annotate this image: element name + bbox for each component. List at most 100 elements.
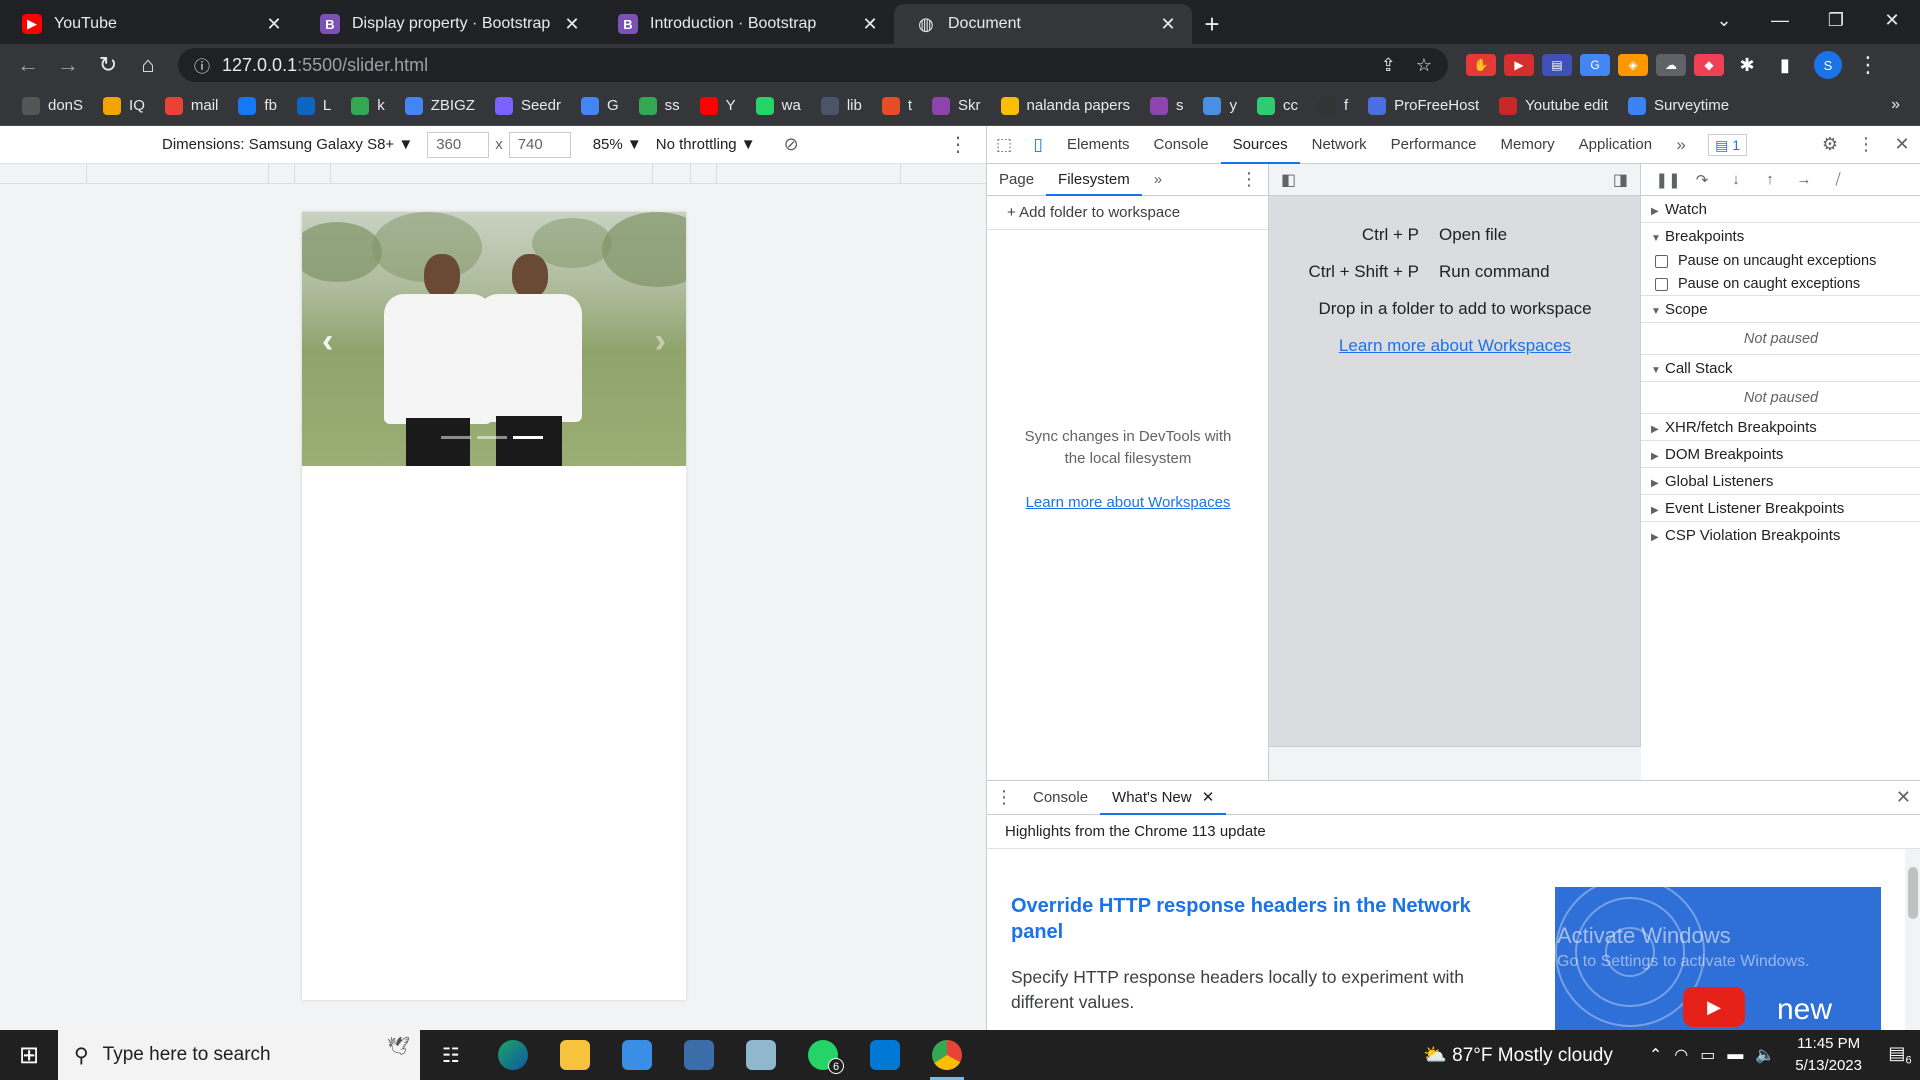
side-panel-icon[interactable]: ▮ <box>1770 54 1800 76</box>
add-folder-button[interactable]: + Add folder to workspace <box>987 196 1268 230</box>
more-bookmarks-icon[interactable]: » <box>1891 96 1900 114</box>
learn-workspaces-link[interactable]: Learn more about Workspaces <box>1339 336 1571 355</box>
scope-section[interactable]: ▼ Scope <box>1641 296 1920 323</box>
bookmark-item[interactable]: Youtube edit <box>1499 96 1608 115</box>
network-icon[interactable]: ◠ <box>1674 1045 1688 1065</box>
close-tab-icon[interactable]: ✕ <box>860 14 880 35</box>
carousel-indicator[interactable] <box>441 436 471 439</box>
carousel-next-button[interactable]: › <box>655 322 666 361</box>
tab-performance[interactable]: Performance <box>1379 126 1489 164</box>
carousel-indicator[interactable] <box>477 436 507 439</box>
bookmark-item[interactable]: ProFreeHost <box>1368 96 1479 115</box>
computer-icon[interactable] <box>606 1030 668 1080</box>
profile-avatar[interactable]: S <box>1814 51 1842 79</box>
more-tabs-icon[interactable]: » <box>1664 135 1698 155</box>
vscode-icon[interactable] <box>854 1030 916 1080</box>
bookmark-item[interactable]: s <box>1149 96 1183 115</box>
zoom-select[interactable]: 85% ▼ <box>593 136 642 153</box>
call-stack-section[interactable]: ▼ Call Stack <box>1641 355 1920 382</box>
bookmark-item[interactable]: y <box>1203 96 1237 115</box>
taskbar-search[interactable]: ⚲ Type here to search 🕊 <box>58 1030 420 1080</box>
breakpoints-section[interactable]: ▼ Breakpoints <box>1641 223 1920 250</box>
csp-breakpoints-section[interactable]: ▶ CSP Violation Breakpoints <box>1641 522 1920 549</box>
step-out-icon[interactable]: ↑ <box>1753 171 1787 188</box>
edge-icon[interactable] <box>482 1030 544 1080</box>
navigator-menu-icon[interactable]: ⋮ <box>1240 169 1258 190</box>
toggle-debugger-icon[interactable]: ◨ <box>1613 170 1628 190</box>
youtube-play-icon[interactable]: ▶ <box>1683 987 1745 1027</box>
menu-kebab-icon[interactable]: ⋮ <box>1848 52 1888 78</box>
display-icon[interactable]: ▭ <box>1700 1045 1715 1065</box>
weather-widget[interactable]: ⛅ 87°F Mostly cloudy <box>1423 1043 1613 1067</box>
issues-badge[interactable]: ▤ 1 <box>1708 133 1747 156</box>
watch-section[interactable]: ▶ Watch <box>1641 196 1920 223</box>
device-menu-icon[interactable]: ⋮ <box>948 132 968 157</box>
orange-extension-icon[interactable]: ◈ <box>1618 54 1648 76</box>
task-view-icon[interactable]: ☷ <box>420 1030 482 1080</box>
bookmark-star-icon[interactable]: ☆ <box>1416 55 1432 76</box>
reload-icon[interactable]: ↻ <box>88 52 128 78</box>
throttling-select[interactable]: No throttling ▼ <box>656 136 756 153</box>
rotate-icon[interactable]: ⊘ <box>784 134 799 155</box>
translate-extension-icon[interactable]: G <box>1580 54 1610 76</box>
bookmark-item[interactable]: lib <box>820 96 862 115</box>
bookmark-item[interactable]: ss <box>638 96 680 115</box>
home-icon[interactable]: ⌂ <box>128 52 168 78</box>
file-explorer-icon[interactable] <box>544 1030 606 1080</box>
deactivate-breakpoints-icon[interactable]: ⧸ <box>1821 171 1855 188</box>
toggle-navigator-icon[interactable]: ◧ <box>1281 170 1296 190</box>
clock[interactable]: 11:45 PM 5/13/2023 <box>1795 1033 1862 1077</box>
minimize-icon[interactable]: — <box>1752 0 1808 40</box>
whats-new-heading[interactable]: Override HTTP response headers in the Ne… <box>1011 893 1521 945</box>
notes-icon[interactable] <box>730 1030 792 1080</box>
video-extension-icon[interactable]: ▶ <box>1504 54 1534 76</box>
media-query-ruler[interactable] <box>0 164 986 184</box>
learn-workspaces-link[interactable]: Learn more about Workspaces <box>987 492 1269 514</box>
bookmark-item[interactable]: IQ <box>103 96 145 115</box>
bookmark-item[interactable]: cc <box>1256 96 1298 115</box>
cloud-extension-icon[interactable]: ☁ <box>1656 54 1686 76</box>
width-input[interactable]: 360 <box>427 131 490 158</box>
inspect-element-icon[interactable]: ⬚ <box>987 135 1021 155</box>
bookmark-item[interactable]: mail <box>164 96 218 115</box>
drawer-scrollbar[interactable] <box>1905 849 1920 1031</box>
forward-icon[interactable]: → <box>48 52 88 78</box>
pause-caught-checkbox[interactable]: Pause on caught exceptions <box>1641 273 1920 296</box>
close-tab-icon[interactable]: ✕ <box>1202 789 1215 806</box>
step-into-icon[interactable]: ↓ <box>1719 171 1753 188</box>
puzzle-icon[interactable]: ✱ <box>1732 54 1762 76</box>
device-select[interactable]: Dimensions: Samsung Galaxy S8+ ▼ <box>162 136 413 153</box>
tab-sources[interactable]: Sources <box>1220 126 1300 164</box>
settings-gear-icon[interactable]: ⚙ <box>1812 134 1848 155</box>
step-icon[interactable]: → <box>1787 171 1821 188</box>
bookmark-item[interactable]: Skr <box>932 96 981 115</box>
address-bar[interactable]: ⓘ 127.0.0.1:5500/slider.html ⇪ ☆ <box>178 48 1448 82</box>
close-window-icon[interactable]: ✕ <box>1864 0 1920 40</box>
battery-icon[interactable]: ▬ <box>1727 1046 1743 1064</box>
bookmark-item[interactable]: donS <box>22 96 83 115</box>
tab-application[interactable]: Application <box>1567 126 1664 164</box>
carousel-prev-button[interactable]: ‹ <box>322 322 333 361</box>
drawer-menu-icon[interactable]: ⋮ <box>987 787 1021 808</box>
tab-network[interactable]: Network <box>1300 126 1379 164</box>
tab-page[interactable]: Page <box>987 164 1046 196</box>
new-tab-button[interactable]: + <box>1192 4 1232 44</box>
adblock-extension-icon[interactable]: ✋ <box>1466 54 1496 76</box>
step-over-icon[interactable]: ↷ <box>1685 171 1719 189</box>
bookmark-item[interactable]: Y <box>699 96 736 115</box>
bookmark-item[interactable]: Surveytime <box>1628 96 1729 115</box>
bookmark-item[interactable]: G <box>580 96 619 115</box>
tab-youtube[interactable]: ▶ YouTube ✕ <box>0 4 298 44</box>
dom-breakpoints-section[interactable]: ▶ DOM Breakpoints <box>1641 441 1920 468</box>
volume-icon[interactable]: 🔈 <box>1755 1045 1775 1065</box>
calculator-icon[interactable] <box>668 1030 730 1080</box>
tab-filesystem[interactable]: Filesystem <box>1046 164 1142 196</box>
site-info-icon[interactable]: ⓘ <box>194 53 210 77</box>
tab-search-icon[interactable]: ⌄ <box>1696 0 1752 40</box>
bookmark-item[interactable]: wa <box>755 96 801 115</box>
bookmark-item[interactable]: Seedr <box>494 96 561 115</box>
tab-elements[interactable]: Elements <box>1055 126 1142 164</box>
close-devtools-icon[interactable]: ✕ <box>1884 134 1920 155</box>
windows-start-icon[interactable]: ⊞ <box>0 1041 58 1070</box>
height-input[interactable]: 740 <box>508 131 571 158</box>
